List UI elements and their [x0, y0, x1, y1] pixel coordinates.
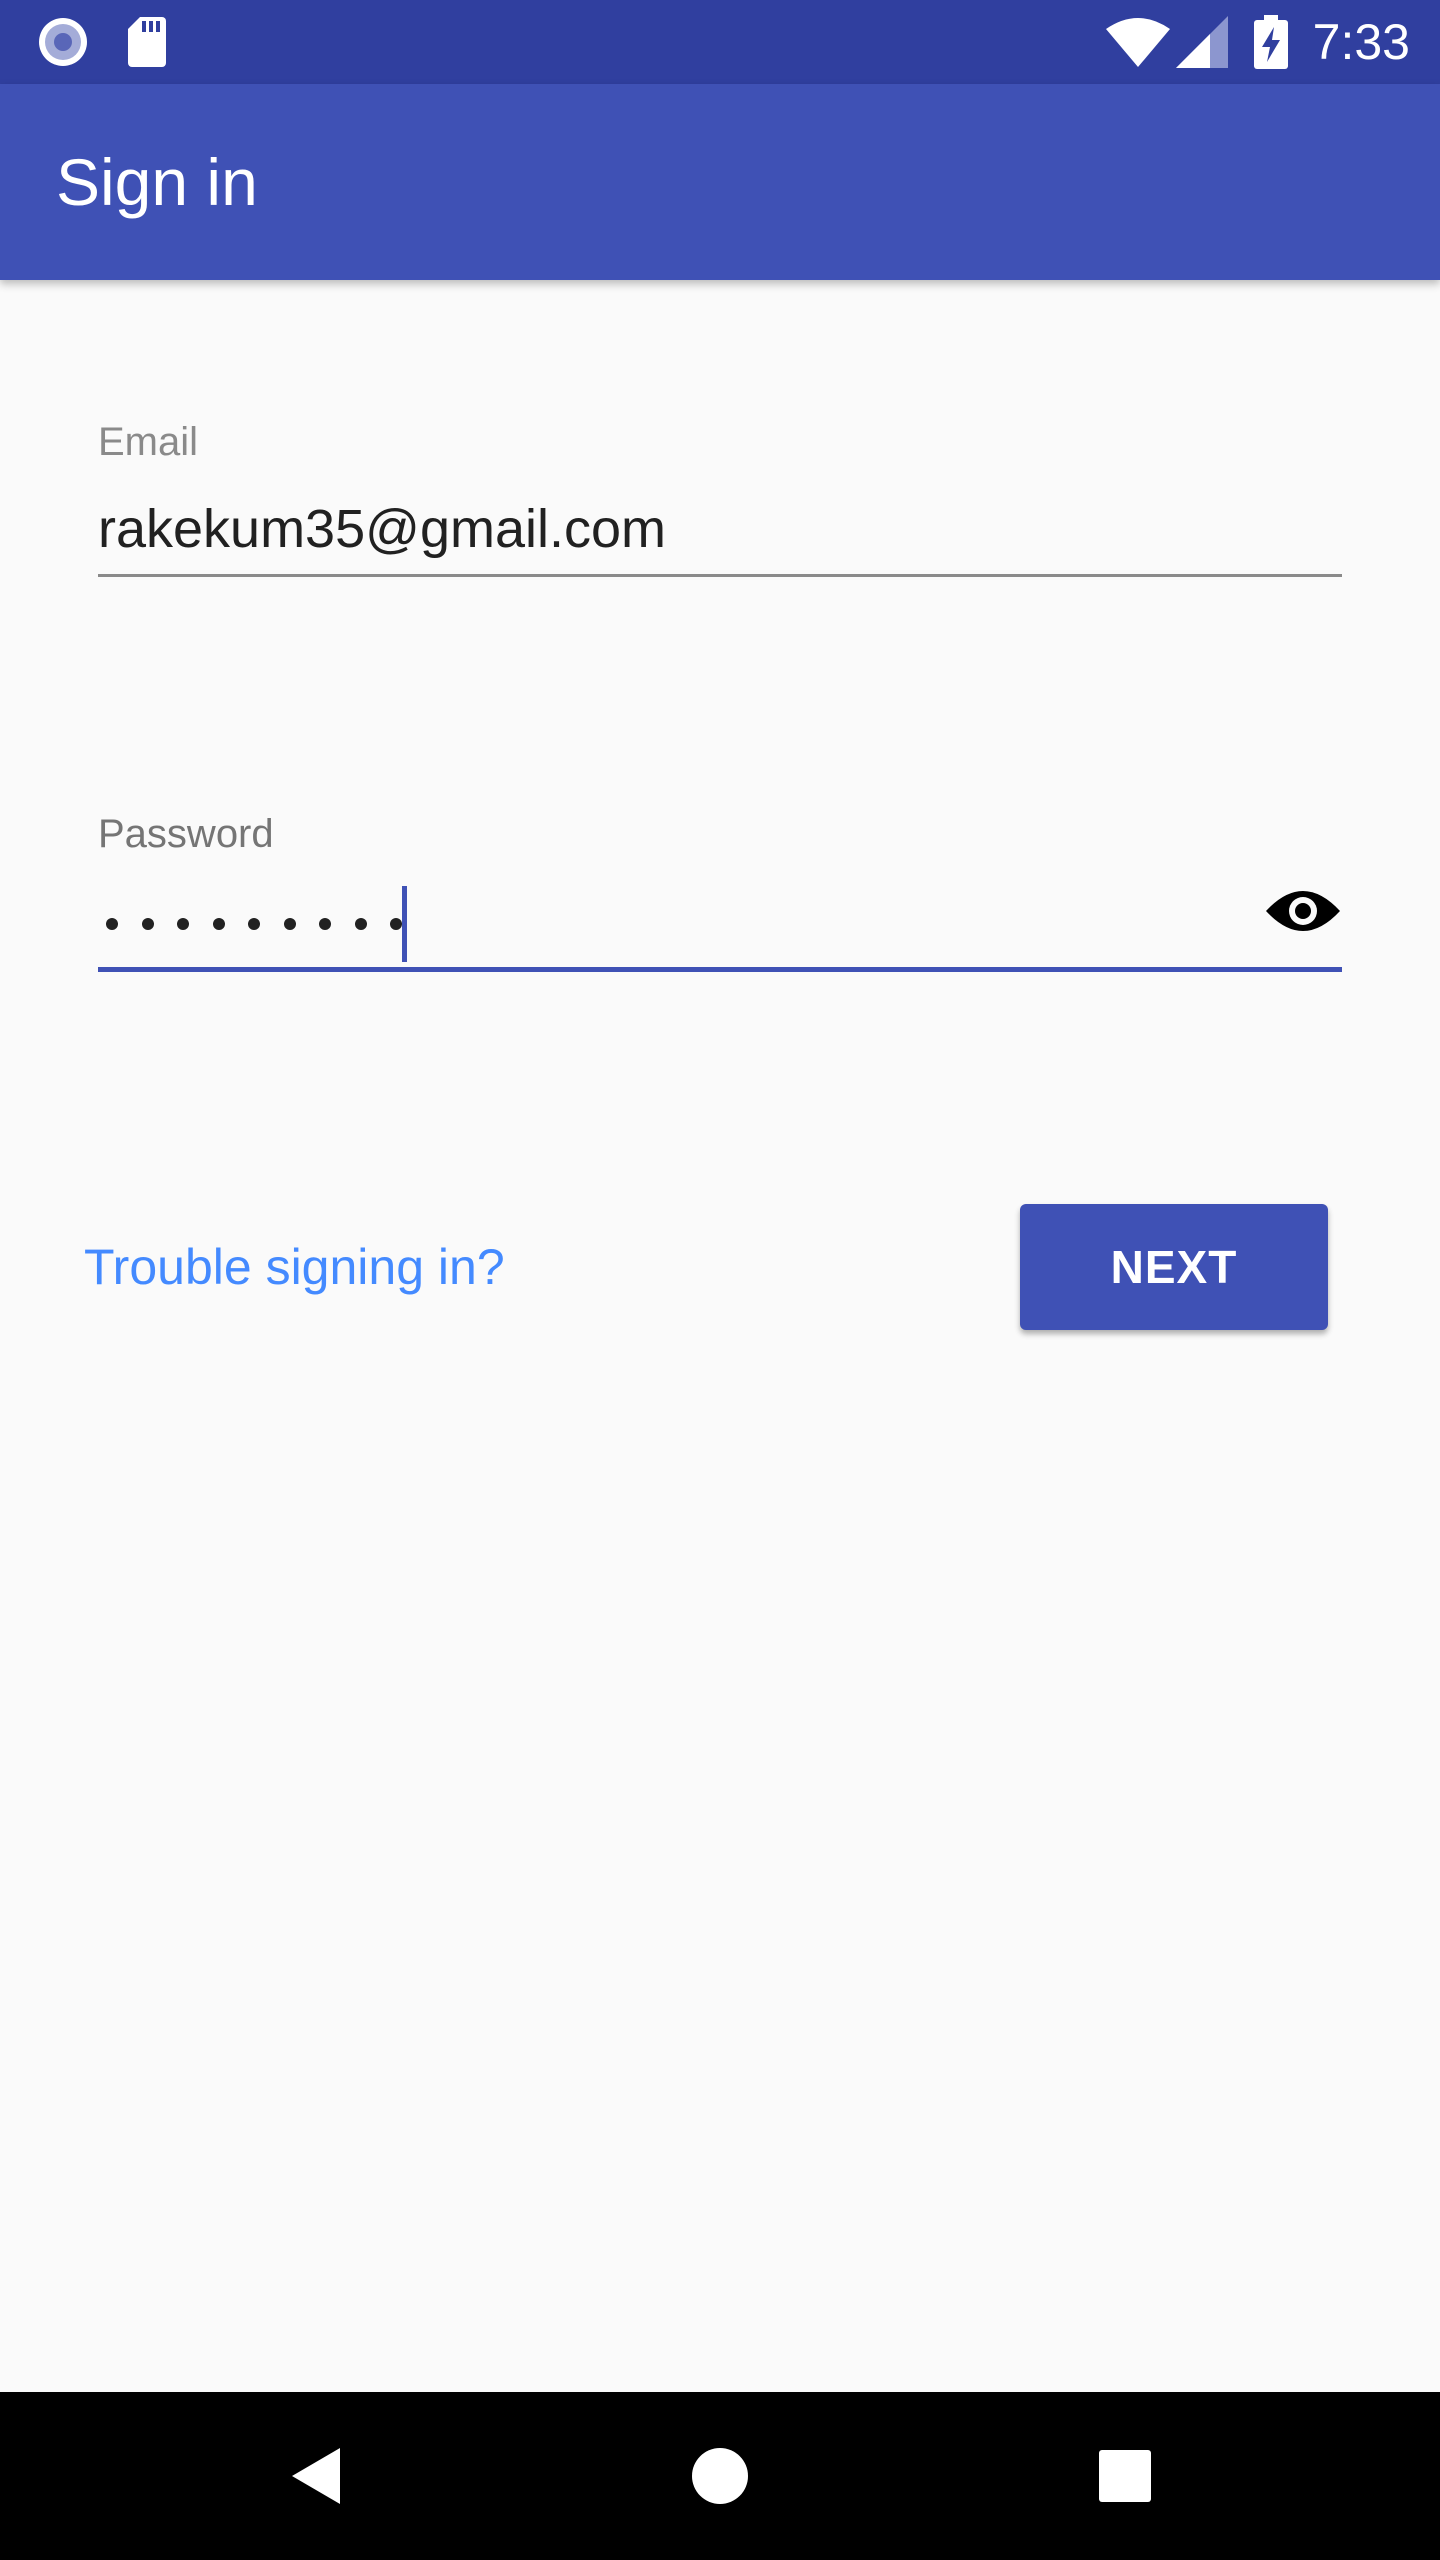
visibility-toggle-icon[interactable]: [1264, 884, 1342, 943]
nav-bar: [0, 2392, 1440, 2560]
password-dot: [283, 918, 296, 930]
email-label: Email: [98, 420, 199, 464]
password-dot: [141, 918, 154, 930]
password-dot: [177, 918, 189, 930]
wifi-icon: [1106, 0, 1170, 84]
status-bar: 7:33: [0, 0, 1440, 84]
back-icon[interactable]: [256, 2392, 376, 2560]
password-field[interactable]: Password: [98, 810, 1342, 980]
page-title: Sign in: [56, 145, 258, 219]
password-underline: [98, 967, 1342, 972]
password-label: Password: [98, 812, 274, 856]
password-dot: [106, 918, 118, 930]
password-dot: [319, 918, 331, 930]
trouble-signing-in-link[interactable]: Trouble signing in?: [84, 1232, 505, 1302]
sd-card-icon: [126, 0, 168, 84]
password-dot: [212, 918, 225, 930]
password-dot: [248, 918, 260, 930]
app-bar: Sign in: [0, 84, 1440, 280]
email-underline: [98, 574, 1342, 577]
home-icon[interactable]: [660, 2392, 780, 2560]
next-button[interactable]: NEXT: [1020, 1204, 1328, 1330]
cell-signal-icon: [1176, 0, 1228, 84]
battery-charging-icon: [1254, 0, 1288, 84]
recents-icon[interactable]: [1065, 2392, 1185, 2560]
text-cursor: [402, 886, 407, 962]
email-input[interactable]: rakekum35@gmail.com: [98, 498, 666, 560]
password-input[interactable]: [106, 918, 426, 930]
email-field[interactable]: Email rakekum35@gmail.com: [98, 418, 1342, 580]
record-icon: [36, 0, 90, 84]
status-time: 7:33: [1312, 14, 1410, 70]
password-dot: [354, 918, 367, 930]
password-dot: [390, 918, 402, 930]
